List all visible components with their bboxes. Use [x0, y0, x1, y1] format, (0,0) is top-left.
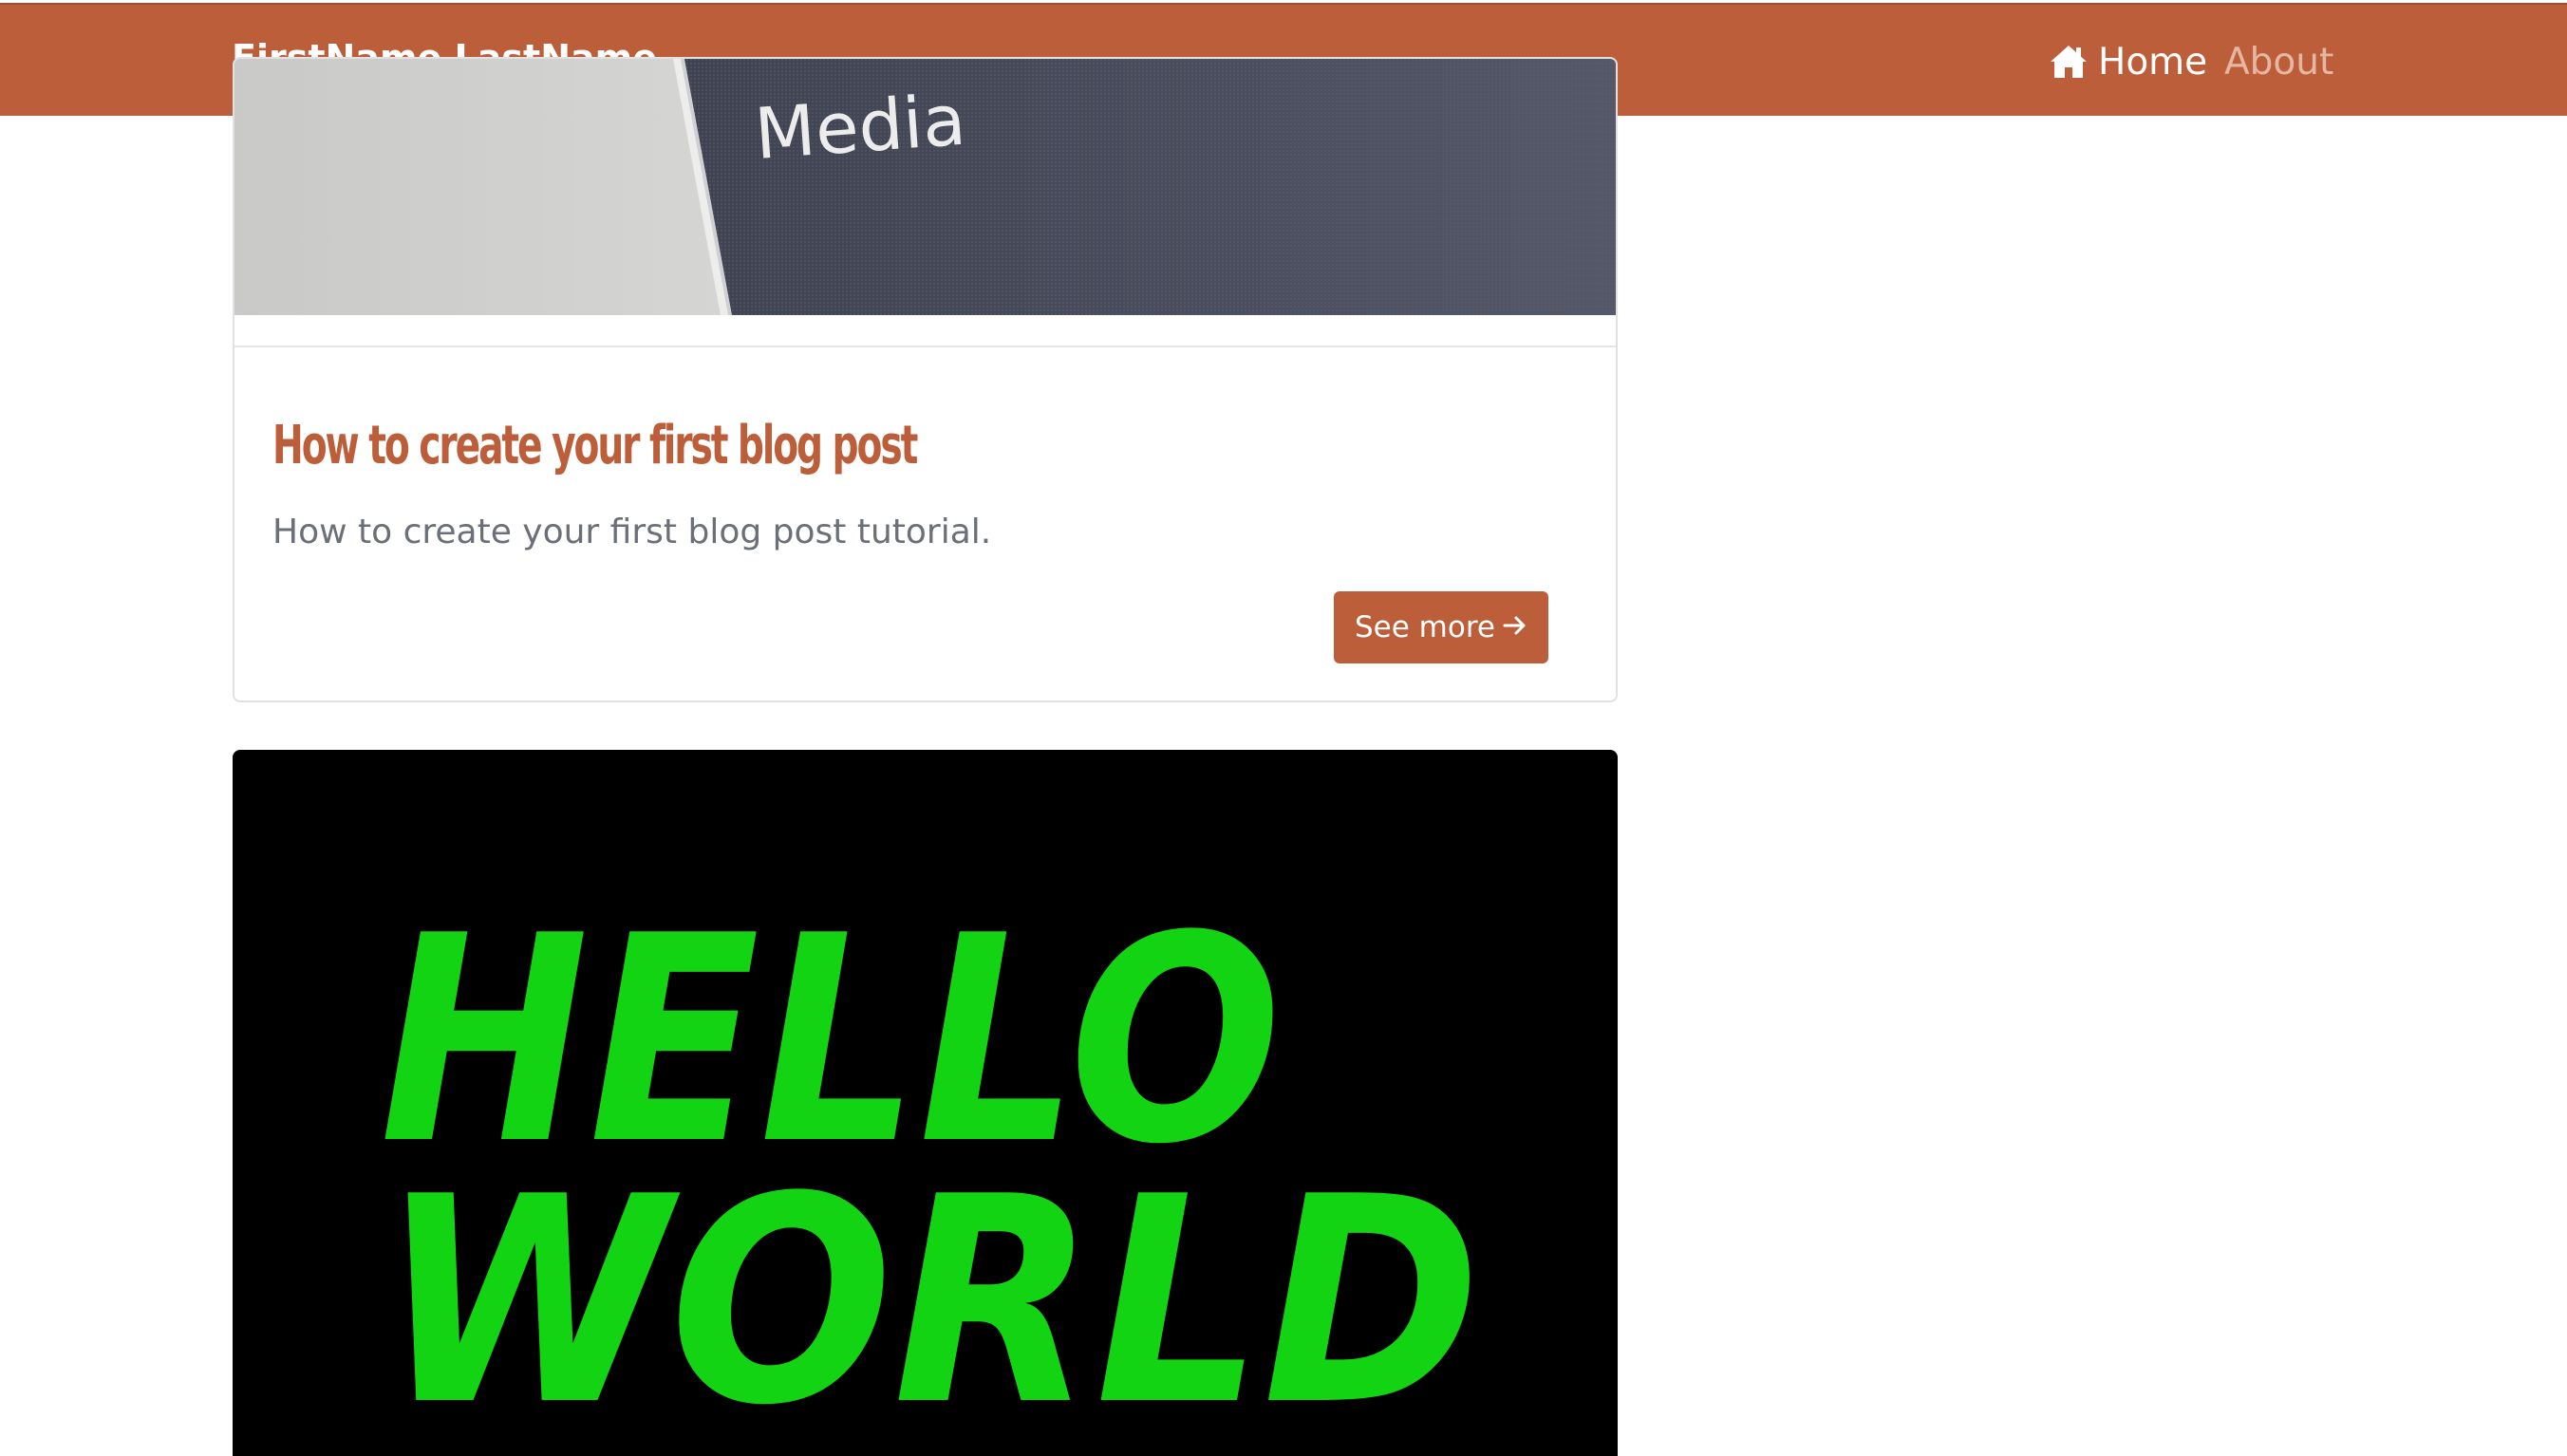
media-image-illustration: Media [234, 59, 1616, 315]
home-icon [2051, 46, 2087, 78]
page: FirstName LastName Home About [0, 0, 2567, 1456]
see-more-button[interactable]: See more [1334, 591, 1548, 663]
post-description: How to create your first blog post tutor… [272, 513, 992, 551]
post-title[interactable]: How to create your first blog post [272, 415, 918, 476]
nav-link-home-label: Home [2098, 40, 2208, 84]
hello-world-post-card: HELLO WORLD [233, 750, 1618, 1456]
nav-link-about[interactable]: About [2224, 37, 2333, 86]
world-line: WORLD [380, 1136, 1481, 1456]
blog-post-card: Media How to create your first blog post… [233, 57, 1618, 702]
post-image-media[interactable]: Media [234, 59, 1616, 315]
arrow-right-icon [1503, 610, 1527, 644]
nav-link-home[interactable]: Home [2049, 37, 2207, 86]
hello-world-image[interactable]: HELLO WORLD [233, 750, 1618, 1456]
card-divider [234, 345, 1616, 347]
media-image-text: Media [752, 80, 968, 176]
see-more-label: See more [1355, 610, 1495, 644]
